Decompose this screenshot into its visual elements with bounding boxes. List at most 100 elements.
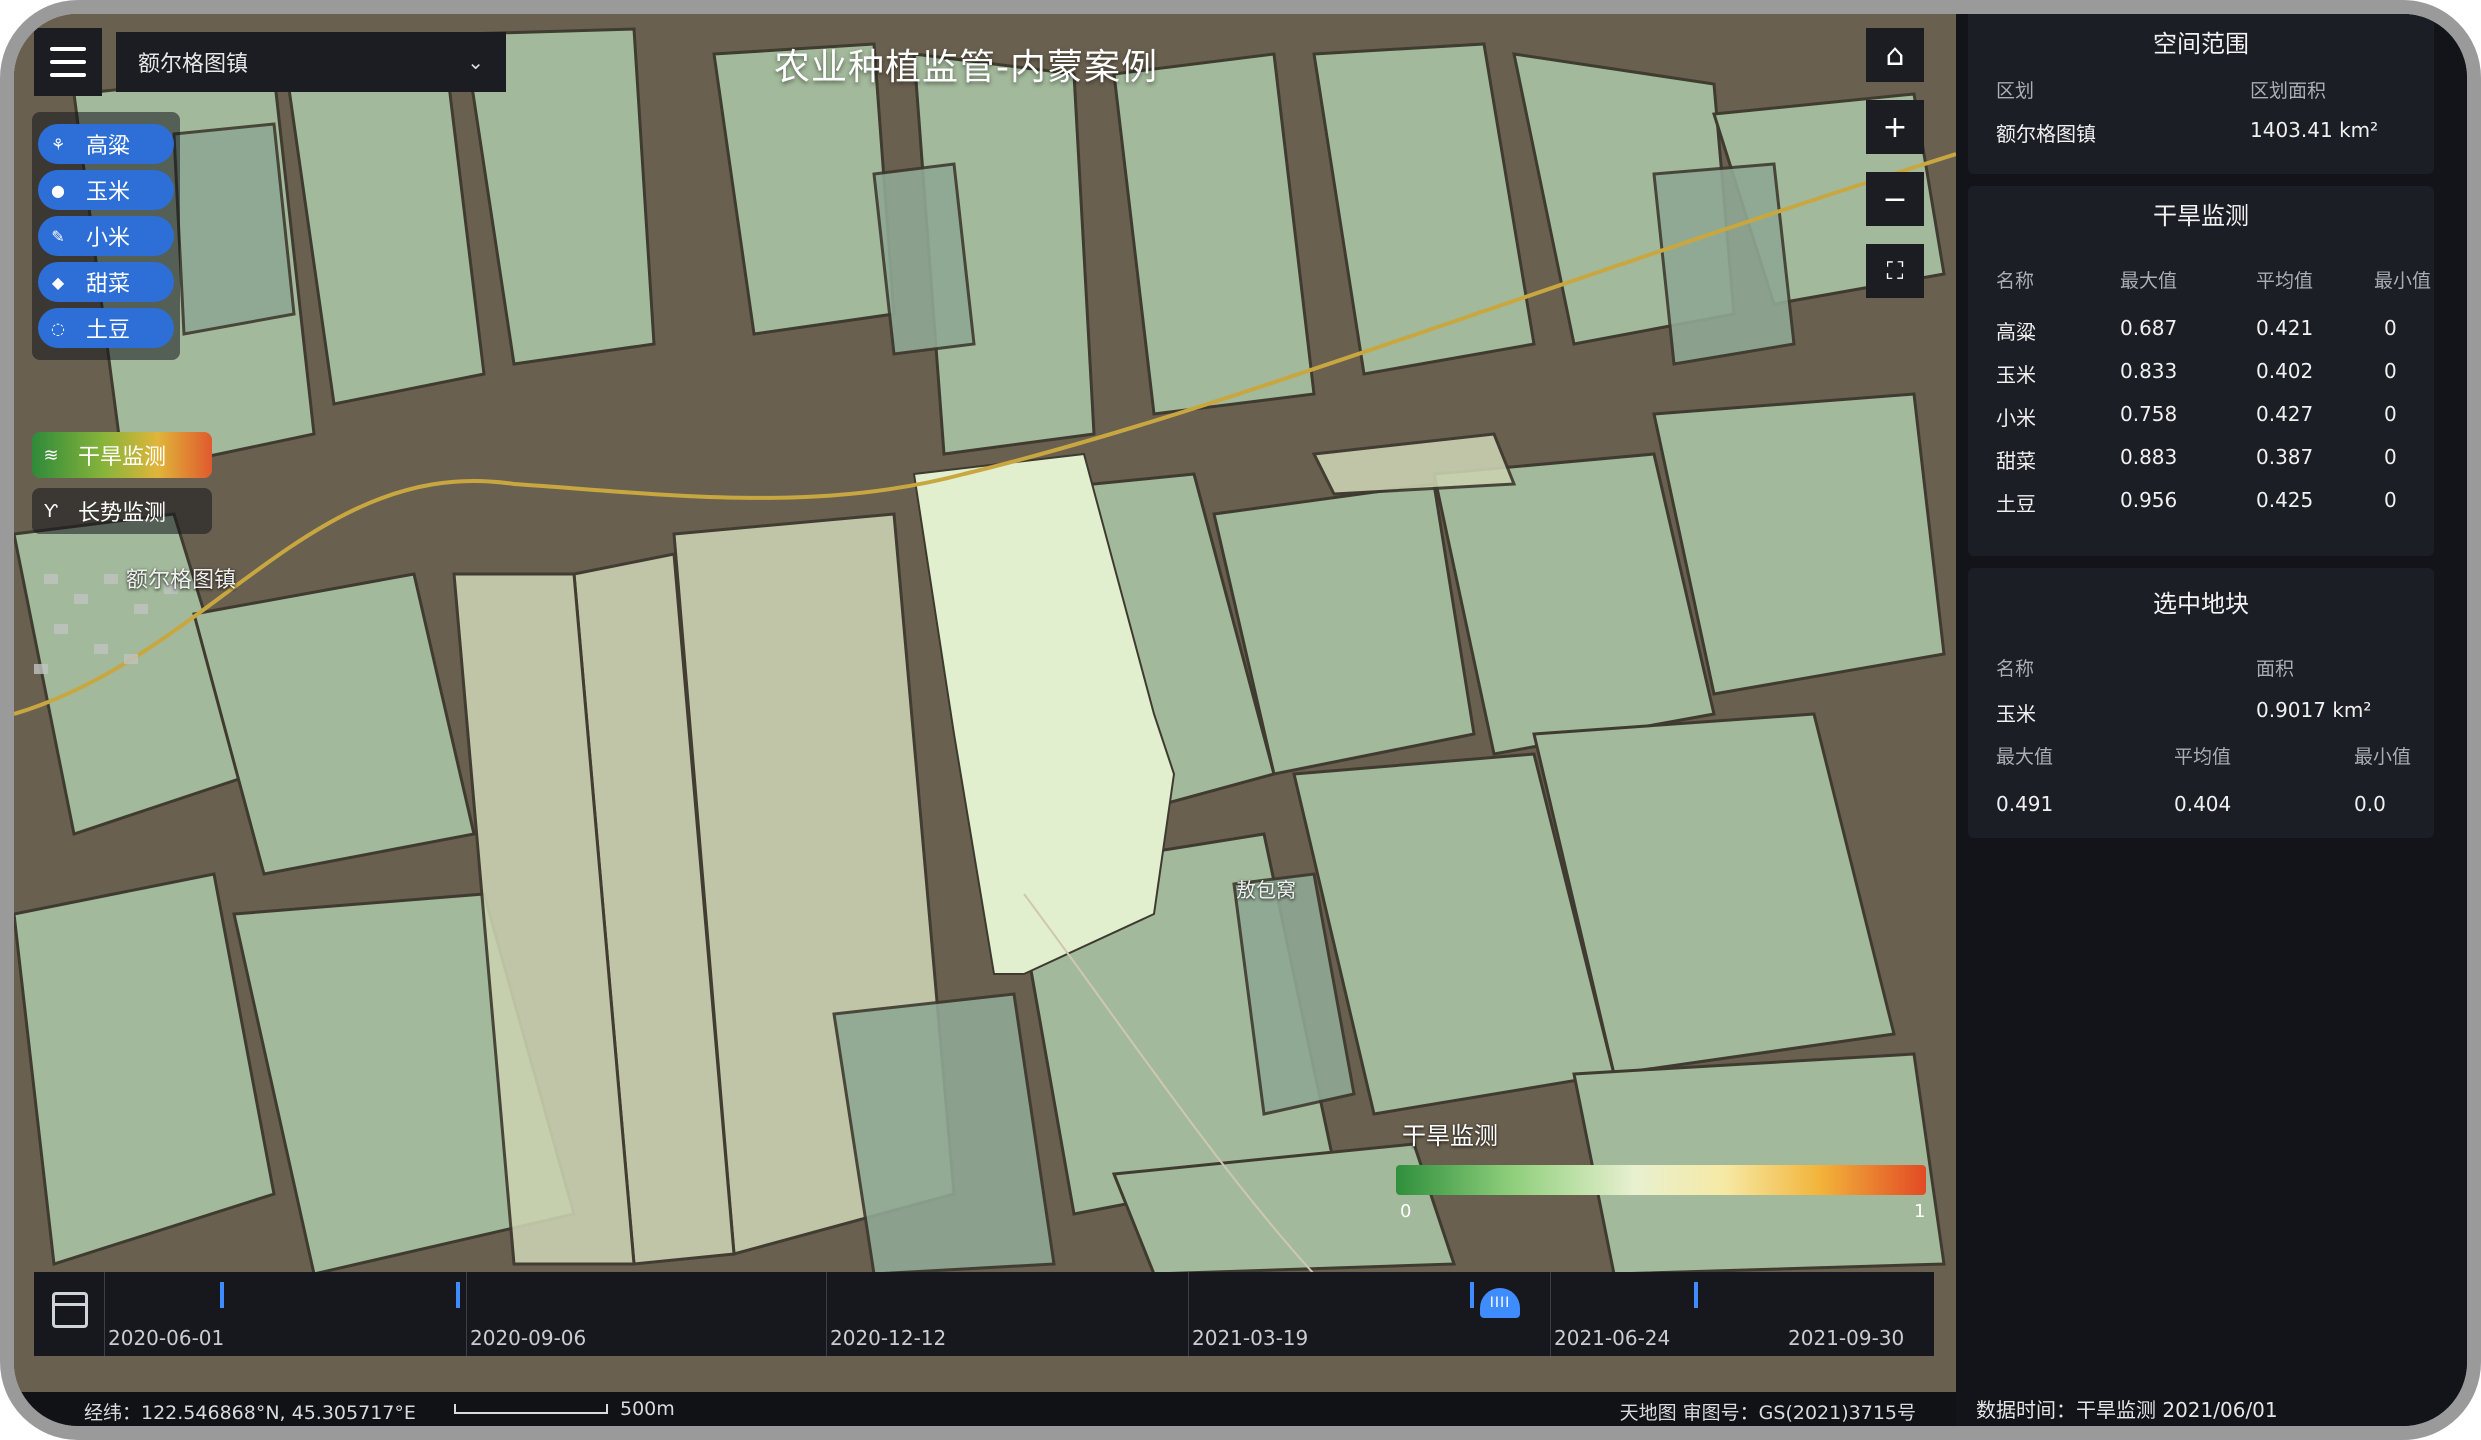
scale-label: 500m — [620, 1398, 675, 1420]
drought-card: 干旱监测 名称 最大值 平均值 最小值 高粱 0.687 0.421 0 玉米 0.83… — [1968, 186, 2434, 556]
card-title: 空间范围 — [2153, 30, 2249, 58]
growth-icon: Ƴ — [44, 500, 58, 522]
map-statusbar: 经纬：122.546868°N, 45.305717°E 500m 天地图 审图… — [14, 1392, 1956, 1426]
crop-filter-list: ⚘ 高粱 ● 玉米 ✎ 小米 ◆ 甜菜 ◌ 土豆 — [32, 112, 180, 360]
cell: 0.425 — [2256, 488, 2314, 512]
crop-filter-potato[interactable]: ◌ 土豆 — [38, 308, 174, 348]
legend-ticks: 0 1 — [1384, 1195, 1944, 1225]
crop-label: 甜菜 — [86, 272, 131, 297]
timeline-marker[interactable] — [1694, 1282, 1698, 1308]
coordinate-readout: 经纬：122.546868°N, 45.305717°E — [84, 1402, 416, 1424]
selected-min: 0.0 — [2354, 792, 2386, 816]
crop-filter-beet[interactable]: ◆ 甜菜 — [38, 262, 174, 302]
layer-growth[interactable]: Ƴ 长势监测 — [32, 488, 212, 534]
cell: 高粱 — [1996, 320, 2036, 344]
map-legend: 干旱监测 0 1 — [1384, 1116, 1944, 1225]
col-header: 最大值 — [2120, 270, 2178, 292]
selected-field-card: 选中地块 名称 面积 玉米 0.9017 km² 最大值 平均值 最小值 0.4… — [1968, 568, 2434, 838]
cell: 0.402 — [2256, 359, 2314, 383]
crop-filter-millet[interactable]: ✎ 小米 — [38, 216, 174, 256]
timeline-handle[interactable]: IIII — [1480, 1288, 1520, 1318]
satellite-map[interactable]: 额尔格图镇 ⌄ 农业种植监管-内蒙案例 ⚘ 高粱 ● 玉米 ✎ 小米 ◆ 甜菜 ◌ 土豆 … — [14, 14, 1956, 1426]
cell: 0 — [2384, 316, 2397, 340]
table-row: 高粱 0.687 0.421 0 — [1968, 316, 2434, 346]
card-title: 干旱监测 — [2153, 202, 2249, 230]
zoom-in-button[interactable]: + — [1866, 100, 1924, 154]
cell: 甜菜 — [1996, 449, 2036, 473]
device-frame: 额尔格图镇 ⌄ 农业种植监管-内蒙案例 ⚘ 高粱 ● 玉米 ✎ 小米 ◆ 甜菜 ◌ 土豆 … — [0, 0, 2481, 1440]
timeline-label: 2021-03-19 — [1192, 1326, 1309, 1350]
legend-min: 0 — [1400, 1201, 1412, 1222]
cell: 0.687 — [2120, 316, 2178, 340]
cell: 0 — [2384, 445, 2397, 469]
timeline-marker[interactable] — [456, 1282, 460, 1308]
crop-label: 玉米 — [86, 180, 131, 205]
cell: 0.421 — [2256, 316, 2314, 340]
cell: 0.883 — [2120, 445, 2178, 469]
sorghum-icon: ⚘ — [50, 134, 66, 154]
hamburger-icon-line — [50, 60, 86, 64]
spatial-range-card: 空间范围 区划 区划面积 额尔格图镇 1403.41 km² — [1968, 14, 2434, 174]
town-select-value: 额尔格图镇 — [138, 52, 249, 77]
crop-label: 小米 — [86, 226, 131, 251]
map-tools: ⌂ + − ⛶ — [1866, 28, 1924, 298]
col-header: 名称 — [1996, 270, 2035, 292]
col-header: 平均值 — [2256, 270, 2314, 292]
hamburger-icon — [50, 47, 86, 51]
timeline-marker[interactable] — [1470, 1282, 1474, 1308]
layer-label: 长势监测 — [78, 501, 167, 526]
legend-max: 1 — [1914, 1201, 1926, 1222]
crop-filter-corn[interactable]: ● 玉米 — [38, 170, 174, 210]
selected-stats-row: 0.491 0.404 0.0 — [1968, 792, 2434, 822]
scale-bar-line — [454, 1404, 608, 1414]
timeline-label: 2020-12-12 — [830, 1326, 947, 1350]
card-title: 选中地块 — [2153, 590, 2249, 618]
timeline-marker[interactable] — [220, 1282, 224, 1308]
layer-label: 干旱监测 — [78, 445, 167, 470]
cell: 0.758 — [2120, 402, 2178, 426]
col-header: 最小值 — [2354, 746, 2412, 768]
selected-area: 0.9017 km² — [2256, 698, 2372, 722]
map-topbar: 额尔格图镇 ⌄ — [34, 28, 506, 96]
spatial-header-row: 区划 区划面积 — [1968, 76, 2434, 106]
cell: 0.833 — [2120, 359, 2178, 383]
drought-icon: ≋ — [43, 444, 59, 466]
selected-stats-header-row: 最大值 平均值 最小值 — [1968, 742, 2434, 772]
selected-value-row: 玉米 0.9017 km² — [1968, 698, 2434, 728]
cell: 0.387 — [2256, 445, 2314, 469]
col-header: 最大值 — [1996, 746, 2054, 768]
corn-icon: ● — [51, 180, 65, 200]
cell: 0 — [2384, 402, 2397, 426]
layer-list: ≋ 干旱监测 Ƴ 长势监测 — [32, 432, 222, 544]
cell: 0.427 — [2256, 402, 2314, 426]
selected-name: 玉米 — [1996, 702, 2036, 726]
timeline-divider — [826, 1272, 827, 1356]
crop-label: 土豆 — [86, 318, 131, 343]
plus-icon: + — [1882, 109, 1908, 145]
legend-color-bar — [1396, 1165, 1926, 1195]
timeline[interactable]: IIII 2020-06-01 2020-09-06 2020-12-12 20… — [34, 1272, 1934, 1356]
town-select[interactable]: 额尔格图镇 ⌄ — [116, 32, 506, 92]
menu-button[interactable] — [34, 28, 102, 96]
info-panel: 空间范围 区划 区划面积 额尔格图镇 1403.41 km² 干旱监测 名称 最… — [1956, 14, 2467, 1426]
layer-drought[interactable]: ≋ 干旱监测 — [32, 432, 212, 478]
map-place-label-town: 额尔格图镇 — [126, 568, 237, 593]
table-row: 小米 0.758 0.427 0 — [1968, 402, 2434, 432]
crop-filter-sorghum[interactable]: ⚘ 高粱 — [38, 124, 174, 164]
table-row: 玉米 0.833 0.402 0 — [1968, 359, 2434, 389]
col-header: 面积 — [2256, 658, 2295, 680]
cell: 小米 — [1996, 406, 2036, 430]
timeline-divider — [1188, 1272, 1189, 1356]
calendar-icon[interactable] — [52, 1292, 88, 1328]
legend-title: 干旱监测 — [1402, 1122, 1498, 1150]
col-header: 区划面积 — [2250, 80, 2327, 102]
minus-icon: − — [1882, 181, 1908, 217]
district-area: 1403.41 km² — [2250, 118, 2379, 142]
zoom-out-button[interactable]: − — [1866, 172, 1924, 226]
fullscreen-icon: ⛶ — [1886, 257, 1904, 285]
fullscreen-button[interactable]: ⛶ — [1866, 244, 1924, 298]
col-header: 区划 — [1996, 80, 2035, 102]
district-name: 额尔格图镇 — [1996, 122, 2096, 146]
home-icon: ⌂ — [1885, 37, 1905, 73]
home-button[interactable]: ⌂ — [1866, 28, 1924, 82]
